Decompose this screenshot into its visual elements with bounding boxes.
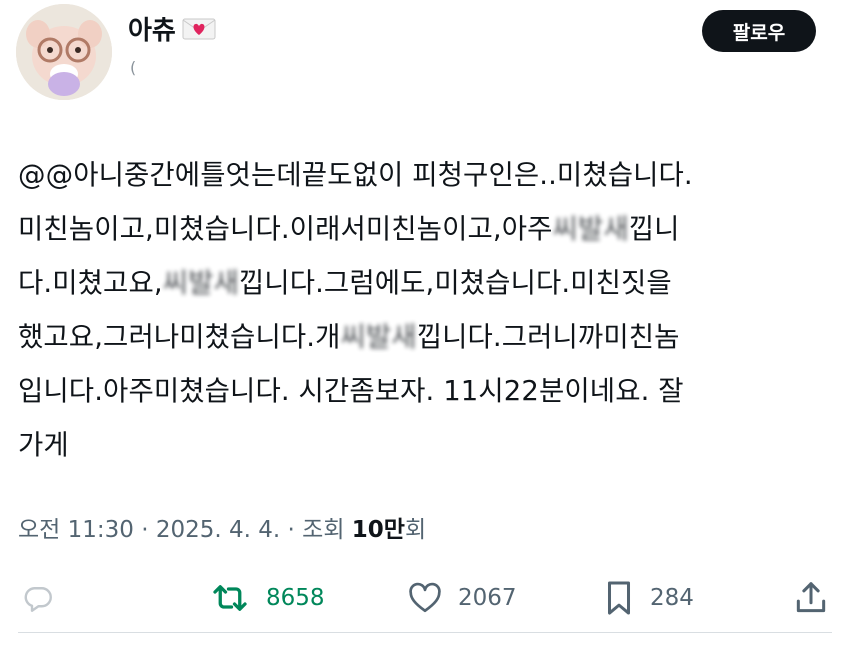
tweet-text: @@아니중간에틀엇는데끝도없이 피청구인은..미쳤습니다. 미친놈이고,미쳤습니다… [18,148,832,472]
views-count[interactable]: 10만 [352,510,405,544]
like-button[interactable]: 2067 [406,574,517,622]
heart-outline-icon [409,582,441,613]
meta-separator: · [133,517,156,543]
tweet-text-segment: 가게 [18,429,69,461]
censored-text: 씨발새 [162,267,239,299]
tweet-text-line: 했고요,그러나미쳤습니다.개씨발새낍니다.그러니까미친놈 [18,310,832,364]
tweet-meta: 오전 11:30 · 2025. 4. 4. · 조회 10만 회 [18,510,426,544]
tweet-text-segment: 낍니다.그러니까미친놈 [416,321,680,353]
tweet-text-segment: 낍니 [628,213,680,245]
tweet-text-segment: @@아니중간에틀엇는데끝도없이 피청구인은..미쳤습니다. [18,159,693,191]
views-label-suffix: 회 [404,517,427,543]
tweet-text-segment: 낍니다.그럼에도,미쳤습니다.미친짓을 [238,267,672,299]
display-name[interactable]: 아츄 [128,10,176,47]
bookmark-icon [607,581,631,615]
reply-button[interactable] [20,574,70,622]
tweet-text-segment: 다.미쳤고요, [18,267,163,299]
share-upload-icon [796,582,826,613]
tweet-text-line: 다.미쳤고요,씨발새낍니다.그럼에도,미쳤습니다.미친짓을 [18,256,832,310]
tweet-text-segment: 했고요,그러나미쳤습니다.개 [18,321,341,353]
user-handle[interactable]: ( [130,58,136,77]
views-label-prefix: 조회 [302,517,352,543]
tweet-text-segment: 미친놈이고,미쳤습니다.이래서미친놈이고,아주 [18,213,553,245]
divider [18,632,832,633]
retweet-count: 8658 [266,585,325,611]
avatar[interactable] [16,4,112,100]
follow-button[interactable]: 팔로우 [702,10,816,52]
retweet-button[interactable]: 8658 [208,574,325,622]
meta-separator: · [280,517,303,543]
reply-bubble-icon [24,587,52,612]
like-count: 2067 [458,585,517,611]
love-letter-icon [182,18,216,40]
tweet-text-line: 입니다.아주미쳤습니다. 시간좀보자. 11시22분이네요. 잘 [18,364,832,418]
tweet-text-line: @@아니중간에틀엇는데끝도없이 피청구인은..미쳤습니다. [18,148,832,202]
tweet-text-line: 가게 [18,418,832,472]
tweet-actions: 8658 2067 284 [0,574,850,624]
censored-text: 씨발새 [552,213,629,245]
bookmark-count: 284 [650,585,694,611]
tweet-text-line: 미친놈이고,미쳤습니다.이래서미친놈이고,아주씨발새낍니 [18,202,832,256]
share-button[interactable] [792,574,844,622]
user-name-row: 아츄 [128,10,216,47]
tweet-text-segment: 입니다.아주미쳤습니다. 시간좀보자. 11시22분이네요. 잘 [18,375,684,407]
tweet-time[interactable]: 오전 11:30 [18,510,134,544]
censored-text: 씨발새 [340,321,417,353]
bookmark-button[interactable]: 284 [602,574,694,622]
avatar-image [16,4,112,100]
retweet-icon [213,585,247,611]
tweet-date[interactable]: 2025. 4. 4. [156,517,280,543]
